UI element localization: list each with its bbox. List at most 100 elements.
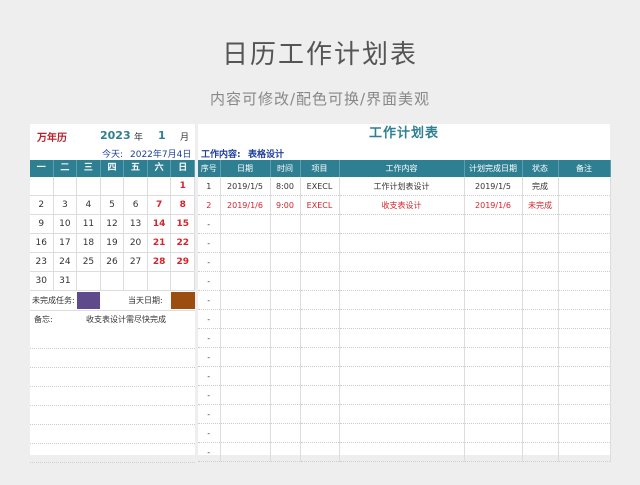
table-cell[interactable]: 2019/1/5	[220, 177, 271, 196]
day-cell[interactable]: 21	[147, 234, 172, 253]
table-cell[interactable]: -	[198, 290, 221, 310]
table-cell[interactable]	[220, 252, 271, 272]
table-cell[interactable]	[522, 252, 559, 272]
table-cell[interactable]	[220, 442, 271, 462]
table-cell[interactable]: -	[198, 214, 221, 234]
day-cell[interactable]: 15	[171, 215, 195, 234]
table-cell[interactable]	[522, 442, 559, 462]
table-cell[interactable]	[220, 290, 271, 310]
day-cell[interactable]: 14	[147, 215, 172, 234]
table-cell[interactable]	[339, 442, 465, 462]
memo-line[interactable]	[30, 368, 195, 387]
table-cell[interactable]	[558, 423, 611, 443]
day-cell[interactable]: 29	[171, 253, 195, 272]
day-cell[interactable]: 13	[124, 215, 148, 234]
table-cell[interactable]	[270, 233, 301, 253]
day-cell[interactable]: 5	[100, 196, 125, 215]
day-cell[interactable]: 27	[124, 253, 148, 272]
table-cell[interactable]	[522, 309, 559, 329]
table-cell[interactable]	[300, 271, 340, 291]
table-cell[interactable]	[558, 195, 611, 215]
day-cell[interactable]: 9	[30, 215, 54, 234]
table-cell[interactable]: 完成	[522, 177, 559, 196]
month-value[interactable]: 1	[158, 129, 166, 142]
table-cell[interactable]	[300, 404, 340, 424]
day-cell[interactable]: 19	[100, 234, 125, 253]
table-cell[interactable]	[220, 385, 271, 405]
table-cell[interactable]	[339, 214, 465, 234]
table-cell[interactable]	[270, 366, 301, 386]
table-cell[interactable]	[522, 423, 559, 443]
table-cell[interactable]	[558, 366, 611, 386]
table-cell[interactable]: -	[198, 442, 221, 462]
table-cell[interactable]	[558, 328, 611, 348]
table-cell[interactable]	[300, 290, 340, 310]
day-cell[interactable]: 3	[53, 196, 78, 215]
table-cell[interactable]: -	[198, 271, 221, 291]
table-cell[interactable]	[464, 423, 523, 443]
table-cell[interactable]	[558, 252, 611, 272]
table-cell[interactable]	[464, 214, 523, 234]
table-cell[interactable]: 2019/1/6	[464, 195, 523, 215]
table-cell[interactable]	[464, 385, 523, 405]
table-cell[interactable]	[522, 385, 559, 405]
table-cell[interactable]	[464, 442, 523, 462]
table-cell[interactable]	[300, 252, 340, 272]
table-cell[interactable]: 2019/1/5	[464, 177, 523, 196]
day-cell[interactable]: 26	[100, 253, 125, 272]
table-cell[interactable]	[339, 290, 465, 310]
day-cell[interactable]: 4	[77, 196, 101, 215]
table-cell[interactable]	[464, 271, 523, 291]
day-cell[interactable]: 25	[77, 253, 101, 272]
table-cell[interactable]	[300, 233, 340, 253]
table-cell[interactable]	[270, 214, 301, 234]
table-cell[interactable]	[339, 423, 465, 443]
table-cell[interactable]	[464, 233, 523, 253]
table-cell[interactable]	[464, 309, 523, 329]
table-cell[interactable]	[220, 233, 271, 253]
table-cell[interactable]	[558, 271, 611, 291]
day-cell[interactable]: 12	[100, 215, 125, 234]
table-cell[interactable]	[339, 252, 465, 272]
table-cell[interactable]	[558, 385, 611, 405]
day-cell[interactable]: 17	[53, 234, 78, 253]
table-cell[interactable]	[339, 366, 465, 386]
table-cell[interactable]	[558, 442, 611, 462]
table-cell[interactable]	[339, 271, 465, 291]
day-cell[interactable]: 24	[53, 253, 78, 272]
table-cell[interactable]: -	[198, 252, 221, 272]
table-cell[interactable]: -	[198, 404, 221, 424]
content-value[interactable]: 表格设计	[248, 147, 284, 160]
memo-line[interactable]	[30, 444, 195, 463]
table-cell[interactable]	[558, 177, 611, 196]
table-cell[interactable]: 9:00	[270, 195, 301, 215]
table-cell[interactable]: 1	[198, 177, 221, 196]
table-cell[interactable]	[220, 366, 271, 386]
table-cell[interactable]: -	[198, 385, 221, 405]
table-cell[interactable]	[558, 347, 611, 367]
table-cell[interactable]	[270, 442, 301, 462]
table-cell[interactable]	[464, 328, 523, 348]
day-cell[interactable]: 8	[171, 196, 195, 215]
table-cell[interactable]: 工作计划表设计	[339, 177, 465, 196]
table-cell[interactable]	[300, 442, 340, 462]
table-cell[interactable]	[522, 366, 559, 386]
table-cell[interactable]	[220, 423, 271, 443]
table-cell[interactable]	[558, 404, 611, 424]
table-cell[interactable]: 未完成	[522, 195, 559, 215]
year-value[interactable]: 2023	[100, 129, 131, 142]
table-cell[interactable]	[522, 328, 559, 348]
table-cell[interactable]	[558, 233, 611, 253]
memo-value[interactable]: 收支表设计需尽快完成	[86, 314, 166, 325]
memo-line[interactable]	[30, 349, 195, 368]
table-cell[interactable]	[339, 233, 465, 253]
day-cell[interactable]: 10	[53, 215, 78, 234]
table-cell[interactable]	[300, 328, 340, 348]
table-cell[interactable]	[220, 404, 271, 424]
memo-line[interactable]	[30, 406, 195, 425]
day-cell[interactable]: 2	[30, 196, 54, 215]
table-cell[interactable]	[270, 423, 301, 443]
table-cell[interactable]	[300, 385, 340, 405]
day-cell[interactable]: 11	[77, 215, 101, 234]
table-cell[interactable]	[220, 271, 271, 291]
